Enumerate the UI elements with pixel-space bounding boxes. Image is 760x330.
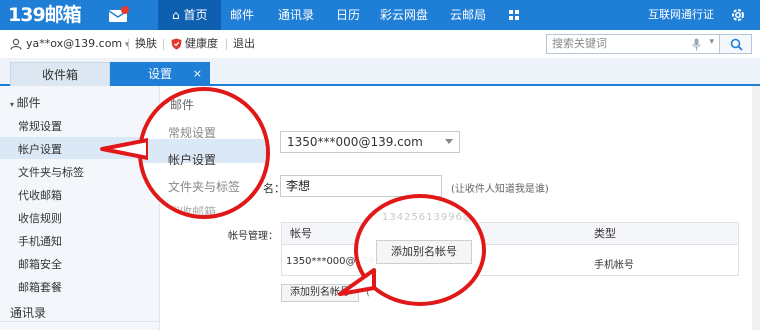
passport-link[interactable]: 互联网通行证 [648,0,714,30]
search-input[interactable]: 搜索关键词 ▾ [546,34,720,54]
apps-grid-icon[interactable] [509,10,520,21]
logout-link[interactable]: 退出 [233,30,255,58]
nav-cloud-drive[interactable]: 彩云网盘 [380,0,428,30]
close-icon[interactable]: × [193,62,202,86]
nav-mail[interactable]: 邮件 [230,0,254,30]
microphone-icon[interactable] [692,38,701,51]
table-cell-type: 手机帐号 [594,260,634,271]
sidebar-item-rules[interactable]: 收信规则 [18,210,62,226]
callout-item-account: 帐户设置 [168,153,217,167]
brand-logo[interactable]: 139邮箱 [8,3,82,27]
sidebar-item-general[interactable]: 常规设置 [18,118,62,134]
table-header: 帐号 类型 [282,223,738,245]
caret-down-icon[interactable]: ▾ [709,37,714,47]
sidebar-item-pop-mailbox[interactable]: 代收邮箱 [18,187,62,203]
home-icon: ⌂ [172,8,184,22]
nav-home[interactable]: ⌂ 首页 [158,0,222,30]
nav-cloud-post[interactable]: 云邮局 [450,0,486,30]
column-account: 帐号 [290,227,312,240]
tab-settings[interactable]: 设置 × [110,62,210,86]
shield-icon [171,38,182,50]
caret-down-icon [445,139,453,144]
user-icon [10,38,22,50]
sidebar-item-sms-notify[interactable]: 手机通知 [18,233,62,249]
health-link[interactable]: 健康度 [185,30,218,58]
divider [128,39,129,50]
search-button[interactable] [720,34,752,54]
callout-pointer-arrow [338,268,376,296]
blurred-email-text: 13425613996@139.com [382,212,486,223]
zoom-callout-sidebar: 邮件 常规设置 帐户设置 文件夹与标签 代收邮箱 [138,87,270,219]
settings-sidebar: ▾ 邮件 常规设置 帐户设置 文件夹与标签 代收邮箱 收信规则 手机通知 邮箱安… [0,86,160,330]
sidebar-item-security[interactable]: 邮箱安全 [18,256,62,272]
callout-item-mail: 邮件 [170,98,195,112]
account-dropdown[interactable]: ya**ox@139.com ▾ [26,30,130,58]
nav-calendar[interactable]: 日历 [336,0,360,30]
sidebar-item-plan[interactable]: 邮箱套餐 [18,279,62,295]
skin-link[interactable]: 换肤 [135,30,157,58]
callout-pointer-arrow [100,138,148,160]
tab-bar: 收件箱 设置 × [0,58,760,86]
callout-add-alias-button: 添加别名帐号 [376,240,472,264]
callout-item-folders: 文件夹与标签 [168,180,241,194]
mail-badge-icon[interactable] [108,6,130,23]
sender-address-select[interactable]: 1350***000@139.com [280,131,460,153]
top-nav-bar: 139邮箱 ⌂ 首页 邮件 通讯录 日历 彩云网盘 云邮局 互联网通行证 [0,0,760,30]
tab-inbox[interactable]: 收件箱 [10,62,110,86]
scrollbar[interactable] [752,86,760,330]
search-icon [730,38,743,51]
divider [163,39,164,50]
gear-icon[interactable] [730,7,746,23]
account-management-label: 帐号管理： [228,231,278,242]
sidebar-item-account[interactable]: 帐户设置 [18,141,62,157]
sidebar-section-contacts[interactable]: 通讯录 [10,304,46,321]
callout-item-general: 常规设置 [168,126,217,140]
sender-name-hint: (让收件人知道我是谁) [451,184,549,195]
divider [0,321,160,322]
sidebar-section-mail[interactable]: ▾ 邮件 [10,94,41,111]
nav-contacts[interactable]: 通讯录 [278,0,314,30]
divider [226,39,227,50]
sidebar-item-folders[interactable]: 文件夹与标签 [18,164,84,180]
column-type: 类型 [594,227,616,240]
